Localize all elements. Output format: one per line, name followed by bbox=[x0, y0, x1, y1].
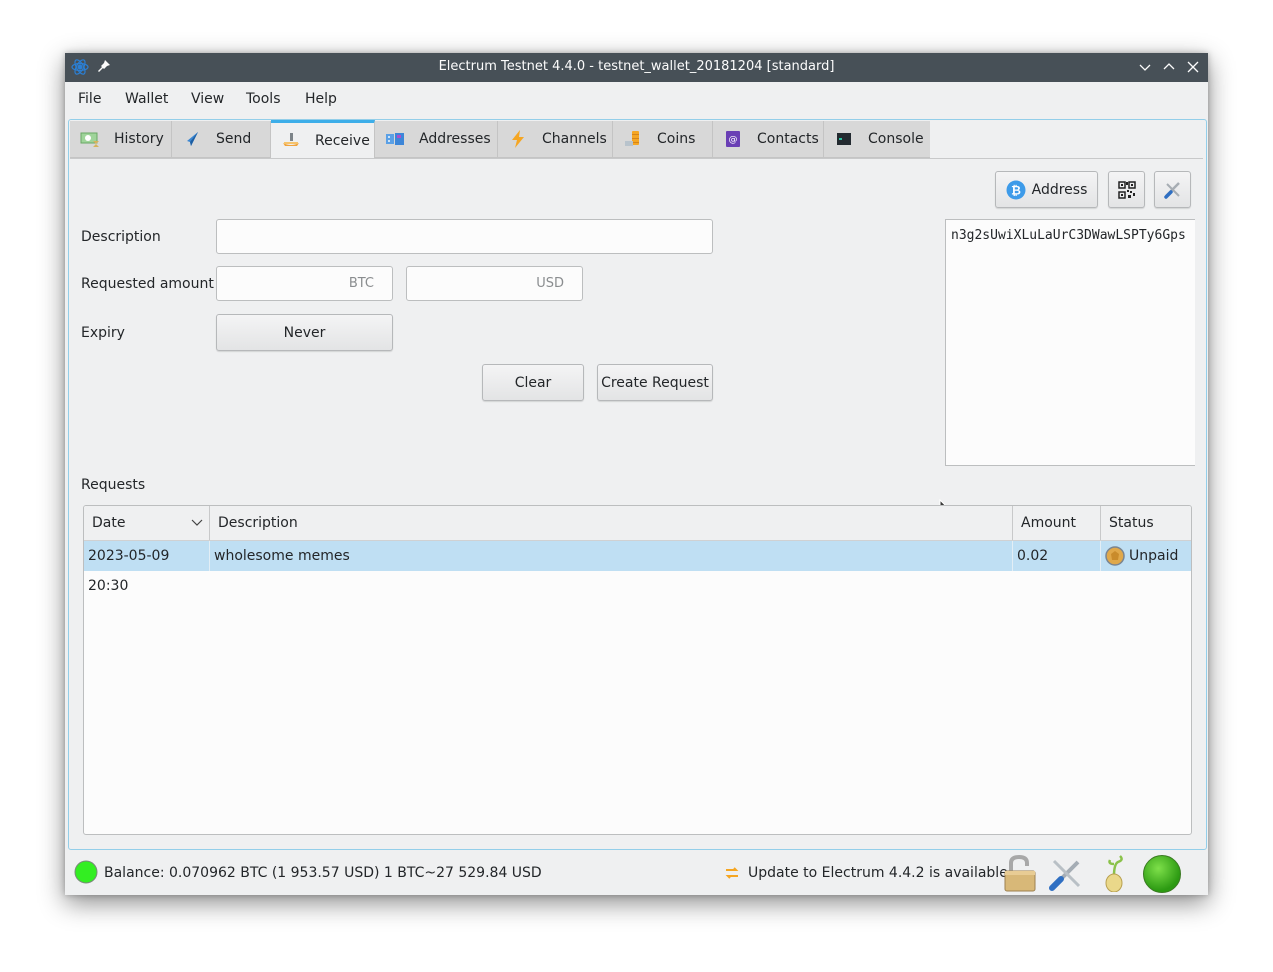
amount-usd-input[interactable] bbox=[406, 266, 583, 301]
status-bar: Balance: 0.070962 BTC (1 953.57 USD) 1 B… bbox=[65, 853, 1208, 895]
tab-label: Send bbox=[216, 131, 252, 147]
tab-contacts[interactable]: @ Contacts bbox=[713, 121, 824, 158]
menu-file[interactable]: File bbox=[78, 91, 101, 107]
bitcoin-icon: ₿ bbox=[1006, 180, 1026, 199]
tab-label: Channels bbox=[542, 131, 607, 147]
tab-addresses[interactable]: Addresses bbox=[375, 121, 498, 158]
contacts-icon: @ bbox=[726, 131, 740, 147]
menu-view[interactable]: View bbox=[191, 91, 224, 107]
request-amount: 0.02 bbox=[1013, 541, 1101, 571]
clear-button[interactable]: Clear bbox=[482, 364, 584, 401]
menu-bar: File Wallet View Tools Help bbox=[65, 82, 1208, 118]
requests-title: Requests bbox=[81, 477, 146, 493]
title-bar: Electrum Testnet 4.4.0 - testnet_wallet_… bbox=[65, 53, 1208, 82]
console-icon bbox=[837, 133, 851, 145]
tab-send[interactable]: Send bbox=[172, 121, 271, 158]
requested-amount-label: Requested amount bbox=[81, 276, 214, 292]
close-button[interactable] bbox=[1184, 58, 1202, 76]
seed-icon[interactable] bbox=[1098, 854, 1132, 892]
menu-wallet[interactable]: Wallet bbox=[125, 91, 168, 107]
description-input[interactable] bbox=[216, 219, 713, 254]
balance-text: Balance: 0.070962 BTC (1 953.57 USD) 1 B… bbox=[104, 865, 542, 881]
column-header-amount[interactable]: Amount bbox=[1013, 506, 1101, 540]
coins-icon bbox=[625, 131, 639, 146]
tab-console[interactable]: Console bbox=[824, 121, 930, 158]
description-label: Description bbox=[81, 229, 161, 245]
lightning-icon bbox=[512, 130, 524, 148]
minimize-button[interactable] bbox=[1136, 58, 1154, 76]
address-button-label: Address bbox=[1031, 181, 1088, 198]
qr-code-icon bbox=[1117, 180, 1136, 199]
tab-label: Console bbox=[868, 131, 924, 147]
amount-btc-input[interactable] bbox=[216, 266, 393, 301]
connection-status-icon[interactable] bbox=[1142, 854, 1182, 894]
tools-button[interactable] bbox=[1154, 171, 1191, 208]
address-button[interactable]: ₿ Address bbox=[995, 171, 1098, 208]
network-status-icon[interactable] bbox=[74, 860, 98, 884]
request-status: Unpaid bbox=[1101, 541, 1191, 571]
table-header: Date Description Amount Status bbox=[84, 506, 1191, 541]
tab-label: History bbox=[114, 131, 164, 147]
tab-label: Receive bbox=[315, 132, 370, 149]
request-date: 2023-05-09 20:30 bbox=[84, 541, 210, 594]
unpaid-icon bbox=[1105, 546, 1125, 566]
receive-panel: ₿ Address Description Requested amount B… bbox=[70, 158, 1203, 847]
tab-receive[interactable]: Receive bbox=[271, 120, 375, 158]
create-request-button[interactable]: Create Request bbox=[597, 364, 713, 401]
qr-code-button[interactable] bbox=[1108, 171, 1145, 208]
tab-coins[interactable]: Coins bbox=[613, 121, 713, 158]
requests-table: Date Description Amount Status 2023-05-0… bbox=[83, 505, 1192, 835]
send-icon bbox=[187, 132, 198, 146]
tab-history[interactable]: History bbox=[70, 121, 172, 158]
column-header-status[interactable]: Status bbox=[1101, 506, 1191, 540]
svg-text:@: @ bbox=[729, 135, 738, 145]
preferences-icon[interactable] bbox=[1048, 856, 1084, 892]
maximize-button[interactable] bbox=[1160, 58, 1178, 76]
receive-address-field[interactable]: n3g2sUwiXLuLaUrC3DWawLSPTy6Gps bbox=[945, 219, 1195, 466]
expiry-label: Expiry bbox=[81, 325, 125, 341]
tools-icon bbox=[1163, 181, 1180, 199]
window-title: Electrum Testnet 4.4.0 - testnet_wallet_… bbox=[438, 59, 835, 74]
request-description: wholesome memes bbox=[210, 541, 1013, 571]
menu-help[interactable]: Help bbox=[305, 91, 337, 107]
svg-text:₿: ₿ bbox=[1011, 183, 1021, 197]
password-lock-icon[interactable] bbox=[1002, 854, 1038, 892]
tab-label: Coins bbox=[657, 131, 696, 147]
column-header-date[interactable]: Date bbox=[84, 506, 210, 540]
tab-channels[interactable]: Channels bbox=[498, 121, 613, 158]
addresses-icon bbox=[386, 133, 404, 145]
column-header-description[interactable]: Description bbox=[210, 506, 1013, 540]
tab-widget: History Send Receive Addresses Channels … bbox=[68, 119, 1207, 850]
menu-tools[interactable]: Tools bbox=[246, 91, 281, 107]
history-icon bbox=[80, 132, 99, 147]
sort-chevron-down-icon bbox=[191, 519, 203, 526]
receive-icon bbox=[283, 132, 299, 146]
tab-label: Addresses bbox=[419, 131, 491, 147]
tab-label: Contacts bbox=[757, 131, 819, 147]
table-row[interactable]: 2023-05-09 20:30 wholesome memes 0.02 Un… bbox=[84, 541, 1191, 594]
main-window: Electrum Testnet 4.4.0 - testnet_wallet_… bbox=[65, 53, 1208, 895]
update-icon bbox=[725, 867, 739, 879]
update-notice[interactable]: Update to Electrum 4.4.2 is available bbox=[748, 865, 1008, 881]
expiry-select[interactable]: Never bbox=[216, 314, 393, 351]
